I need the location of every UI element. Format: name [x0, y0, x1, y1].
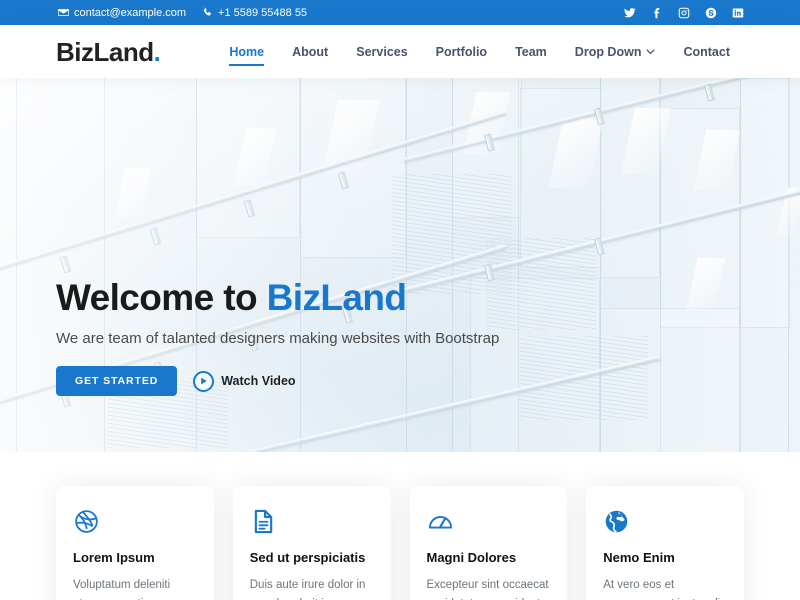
file-document-icon	[250, 508, 374, 535]
feature-card-text: Duis aute irure dolor in reprehenderit i…	[249, 578, 366, 600]
features-section: Lorem Ipsum Voluptatum deleniti atque co…	[0, 452, 800, 600]
topbar-email-text: contact@example.com	[74, 6, 187, 19]
phone-icon	[202, 7, 213, 18]
chevron-down-icon	[646, 47, 655, 56]
instagram-icon[interactable]	[677, 6, 690, 19]
topbar-phone-text: +1 5589 55488 55	[218, 6, 308, 19]
feature-card[interactable]: Magni Dolores Excepteur sint occaecat cu…	[409, 486, 568, 600]
nav-item-portfolio[interactable]: Portfolio	[422, 39, 501, 65]
feature-card-title: Magni Dolores	[426, 550, 517, 565]
get-started-button[interactable]: GET STARTED	[56, 366, 178, 396]
hero-content: Welcome to BizLand We are team of talant…	[0, 78, 800, 452]
feature-card[interactable]: Sed ut perspiciatis Duis aute irure dolo…	[232, 486, 391, 600]
nav-label-home: Home	[229, 44, 265, 59]
nav-label-services: Services	[356, 44, 408, 59]
topbar-phone-link[interactable]: +1 5589 55488 55	[202, 7, 307, 19]
watch-video-button[interactable]: Watch Video	[187, 370, 296, 392]
globe-icon	[603, 508, 727, 535]
nav-label-portfolio: Portfolio	[435, 44, 488, 59]
envelope-icon	[58, 7, 69, 18]
hero-title-accent: BizLand	[266, 276, 407, 318]
nav-label-contact: Contact	[683, 44, 730, 59]
logo-text: BizLand	[56, 36, 154, 67]
hero-title: Welcome to BizLand	[56, 277, 744, 320]
nav-label-team: Team	[515, 44, 547, 59]
nav-label-about: About	[292, 44, 329, 59]
topbar: contact@example.com +1 5589 55488 55	[0, 0, 800, 25]
nav-label-drop-down: Drop Down	[574, 44, 642, 59]
linkedin-icon[interactable]	[731, 6, 744, 19]
logo-dot: .	[153, 36, 161, 67]
hero-subtitle: We are team of talanted designers making…	[56, 329, 500, 347]
feature-card-grid: Lorem Ipsum Voluptatum deleniti atque co…	[56, 486, 744, 600]
hero-section: Welcome to BizLand We are team of talant…	[0, 78, 800, 452]
skype-icon[interactable]	[704, 6, 717, 19]
nav-item-home[interactable]: Home	[215, 39, 278, 66]
topbar-social-group	[623, 6, 744, 19]
nav-item-about[interactable]: About	[278, 39, 342, 65]
feature-card-title: Sed ut perspiciatis	[249, 550, 366, 565]
topbar-email-link[interactable]: contact@example.com	[58, 7, 186, 19]
dribbble-icon	[73, 508, 197, 535]
feature-card[interactable]: Nemo Enim At vero eos et accusamus et iu…	[586, 486, 744, 600]
watch-video-label: Watch Video	[221, 374, 296, 388]
feature-card-text: Excepteur sint occaecat cupidatat non pr…	[426, 578, 549, 600]
hero-title-lead: Welcome to	[56, 276, 267, 318]
feature-card[interactable]: Lorem Ipsum Voluptatum deleniti atque co…	[56, 486, 214, 600]
feature-card-title: Lorem Ipsum	[73, 550, 155, 565]
nav-item-services[interactable]: Services	[342, 39, 421, 65]
feature-card-text: At vero eos et accusamus et iusto odio d…	[603, 578, 726, 600]
feature-card-text: Voluptatum deleniti atque corrupti quos …	[73, 578, 171, 600]
feature-card-title: Nemo Enim	[603, 550, 675, 565]
topbar-contact-group: contact@example.com +1 5589 55488 55	[58, 7, 307, 19]
speedometer-icon	[427, 508, 551, 535]
main-navigation: Home About Services Portfolio Team Drop …	[215, 39, 744, 66]
site-header: BizLand. Home About Services Portfolio T…	[0, 25, 800, 78]
play-icon	[193, 370, 215, 392]
nav-item-drop-down[interactable]: Drop Down	[561, 39, 670, 65]
site-logo[interactable]: BizLand.	[56, 36, 161, 67]
nav-item-team[interactable]: Team	[501, 39, 561, 65]
twitter-icon[interactable]	[623, 6, 636, 19]
hero-action-group: GET STARTED Watch Video	[56, 366, 744, 396]
nav-item-contact[interactable]: Contact	[669, 39, 744, 65]
facebook-icon[interactable]	[650, 6, 663, 19]
